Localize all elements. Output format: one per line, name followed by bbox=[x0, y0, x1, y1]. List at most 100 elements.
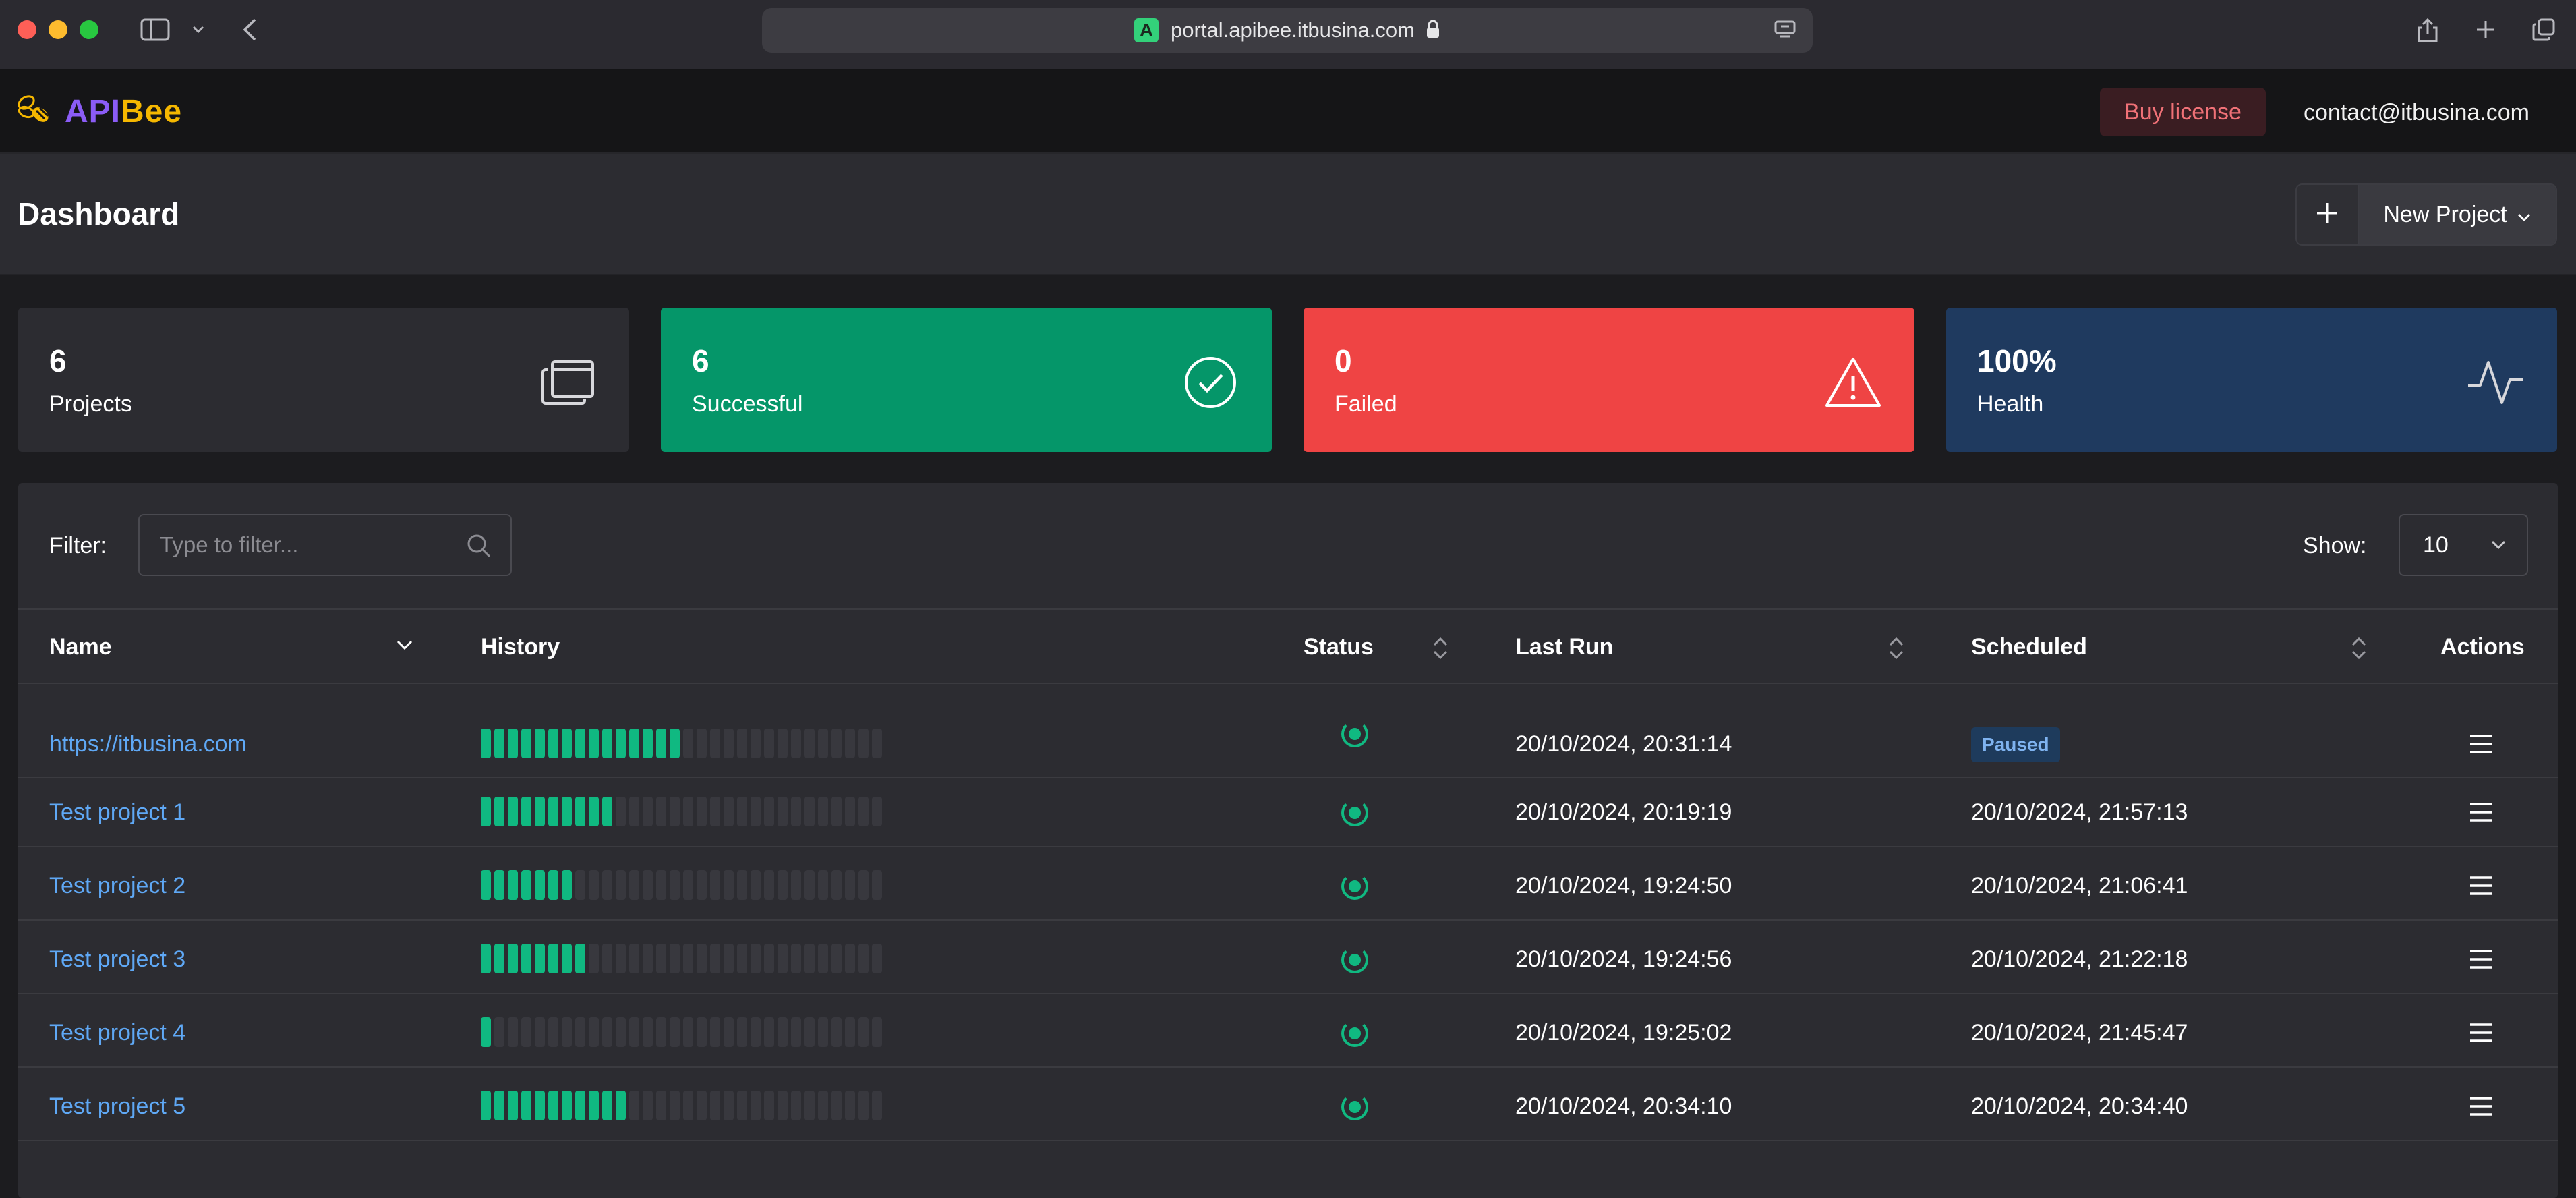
history-bar-empty[interactable] bbox=[804, 944, 815, 973]
history-bar-success[interactable] bbox=[548, 944, 558, 973]
history-bar-empty[interactable] bbox=[670, 944, 680, 973]
history-bar-empty[interactable] bbox=[764, 797, 774, 826]
history-bar-empty[interactable] bbox=[831, 944, 842, 973]
row-actions-menu-icon[interactable] bbox=[2467, 801, 2494, 827]
history-bar-empty[interactable] bbox=[858, 797, 869, 826]
history-bar-empty[interactable] bbox=[656, 1017, 666, 1047]
history-bar-empty[interactable] bbox=[737, 1091, 747, 1120]
history-bar-empty[interactable] bbox=[737, 797, 747, 826]
history-bar-empty[interactable] bbox=[751, 870, 761, 900]
history-bar-empty[interactable] bbox=[818, 1017, 828, 1047]
history-bar-success[interactable] bbox=[521, 870, 531, 900]
history-bar-success[interactable] bbox=[616, 1091, 626, 1120]
history-bar-success[interactable] bbox=[535, 944, 545, 973]
history-bar-empty[interactable] bbox=[791, 944, 801, 973]
history-bar-empty[interactable] bbox=[683, 729, 693, 758]
history-bar-success[interactable] bbox=[548, 797, 558, 826]
history-bar-empty[interactable] bbox=[548, 1017, 558, 1047]
history-bar-empty[interactable] bbox=[643, 870, 653, 900]
history-bar-success[interactable] bbox=[589, 1091, 599, 1120]
maximize-window-button[interactable] bbox=[80, 20, 98, 39]
history-bar-empty[interactable] bbox=[858, 1091, 869, 1120]
sort-icon[interactable] bbox=[1432, 635, 1449, 664]
history-bar-success[interactable] bbox=[481, 870, 491, 900]
history-bar-success[interactable] bbox=[562, 797, 572, 826]
address-bar[interactable]: A portal.apibee.itbusina.com bbox=[762, 8, 1813, 53]
history-bar-empty[interactable] bbox=[535, 1017, 545, 1047]
history-bar-empty[interactable] bbox=[575, 870, 585, 900]
history-bar-success[interactable] bbox=[575, 1091, 585, 1120]
history-bar-empty[interactable] bbox=[845, 1091, 855, 1120]
sort-icon[interactable] bbox=[2350, 635, 2368, 664]
history-bar-empty[interactable] bbox=[858, 729, 869, 758]
history-bar-empty[interactable] bbox=[764, 1017, 774, 1047]
history-bar-empty[interactable] bbox=[872, 870, 882, 900]
history-bar-success[interactable] bbox=[602, 1091, 612, 1120]
filter-field[interactable] bbox=[138, 514, 512, 576]
history-bar-empty[interactable] bbox=[845, 944, 855, 973]
filter-input[interactable] bbox=[160, 515, 457, 575]
history-bar-success[interactable] bbox=[521, 1091, 531, 1120]
history-bar-empty[interactable] bbox=[724, 870, 734, 900]
history-bar-empty[interactable] bbox=[778, 944, 788, 973]
project-name-link[interactable]: Test project 1 bbox=[49, 799, 185, 826]
project-name-link[interactable]: Test project 4 bbox=[49, 1020, 185, 1046]
history-bar-success[interactable] bbox=[616, 729, 626, 758]
history-bar-empty[interactable] bbox=[697, 1091, 707, 1120]
history-bar-empty[interactable] bbox=[643, 1091, 653, 1120]
history-bar-empty[interactable] bbox=[643, 944, 653, 973]
history-bar-empty[interactable] bbox=[575, 1017, 585, 1047]
history-bar-empty[interactable] bbox=[872, 797, 882, 826]
history-bar-empty[interactable] bbox=[683, 797, 693, 826]
history-bar-empty[interactable] bbox=[791, 870, 801, 900]
history-bar-success[interactable] bbox=[602, 797, 612, 826]
history-bar-success[interactable] bbox=[481, 797, 491, 826]
column-header-scheduled[interactable]: Scheduled bbox=[1971, 634, 2087, 660]
history-bar-empty[interactable] bbox=[737, 729, 747, 758]
row-actions-menu-icon[interactable] bbox=[2467, 874, 2494, 901]
row-actions-menu-icon[interactable] bbox=[2467, 733, 2494, 759]
history-bar-empty[interactable] bbox=[589, 870, 599, 900]
column-header-status[interactable]: Status bbox=[1304, 634, 1374, 660]
history-bar-success[interactable] bbox=[494, 944, 504, 973]
history-bar-success[interactable] bbox=[481, 944, 491, 973]
history-bar-empty[interactable] bbox=[643, 1017, 653, 1047]
close-window-button[interactable] bbox=[18, 20, 36, 39]
history-bar-empty[interactable] bbox=[710, 797, 720, 826]
history-bar-empty[interactable] bbox=[710, 870, 720, 900]
history-bar-empty[interactable] bbox=[872, 944, 882, 973]
history-bar-empty[interactable] bbox=[804, 729, 815, 758]
history-bar-success[interactable] bbox=[508, 1091, 518, 1120]
project-name-link[interactable]: Test project 5 bbox=[49, 1093, 185, 1120]
buy-license-button[interactable]: Buy license bbox=[2100, 88, 2266, 136]
column-header-name[interactable]: Name bbox=[49, 634, 112, 660]
row-actions-menu-icon[interactable] bbox=[2467, 1021, 2494, 1048]
history-bar-empty[interactable] bbox=[629, 1091, 639, 1120]
history-bar-success[interactable] bbox=[521, 729, 531, 758]
page-size-select[interactable]: 10 bbox=[2399, 514, 2528, 576]
history-bar-empty[interactable] bbox=[831, 1091, 842, 1120]
contact-email-link[interactable]: contact@itbusina.com bbox=[2304, 100, 2529, 126]
row-actions-menu-icon[interactable] bbox=[2467, 1095, 2494, 1121]
history-bar-success[interactable] bbox=[521, 944, 531, 973]
history-bar-empty[interactable] bbox=[845, 797, 855, 826]
history-bar-success[interactable] bbox=[535, 870, 545, 900]
history-bar-empty[interactable] bbox=[724, 1017, 734, 1047]
history-bar-empty[interactable] bbox=[670, 1091, 680, 1120]
chevron-down-icon[interactable] bbox=[189, 16, 208, 43]
history-bar-empty[interactable] bbox=[751, 729, 761, 758]
history-bar-empty[interactable] bbox=[616, 944, 626, 973]
history-bar-success[interactable] bbox=[535, 797, 545, 826]
history-bar-empty[interactable] bbox=[751, 944, 761, 973]
history-bar-empty[interactable] bbox=[589, 1017, 599, 1047]
history-bar-empty[interactable] bbox=[804, 1091, 815, 1120]
history-bar-empty[interactable] bbox=[764, 1091, 774, 1120]
project-name-link[interactable]: https://itbusina.com bbox=[49, 731, 247, 758]
history-bar-empty[interactable] bbox=[845, 1017, 855, 1047]
history-bar-empty[interactable] bbox=[791, 1091, 801, 1120]
history-bar-empty[interactable] bbox=[724, 797, 734, 826]
back-arrow-icon[interactable] bbox=[237, 16, 262, 43]
history-bar-empty[interactable] bbox=[562, 1017, 572, 1047]
history-bar-empty[interactable] bbox=[629, 1017, 639, 1047]
history-bar-empty[interactable] bbox=[791, 797, 801, 826]
